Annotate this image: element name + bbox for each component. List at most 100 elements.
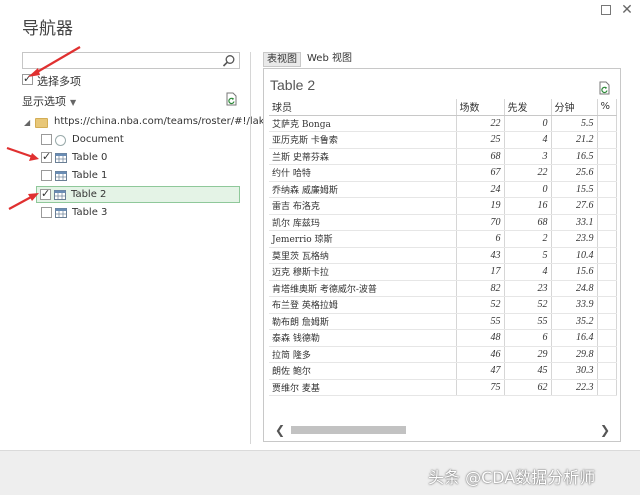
stat-cell: 23 (504, 280, 552, 297)
annotation-arrow-icon (6, 146, 39, 161)
table-icon (55, 171, 67, 181)
stat-cell: 17 (456, 263, 505, 281)
column-header[interactable]: 球员 (269, 99, 457, 116)
stat-cell: 24.8 (551, 280, 598, 297)
tree-item-document[interactable]: Document (38, 132, 240, 149)
scroll-right-icon[interactable]: ❯ (598, 423, 612, 437)
restore-button[interactable] (599, 3, 613, 17)
tree-item-table-0[interactable]: Table 0 (38, 150, 240, 167)
stat-cell: 68 (456, 148, 505, 165)
stat-cell: 15.5 (551, 181, 598, 198)
player-name-cell: 凯尔 库兹玛 (269, 214, 457, 231)
pane-divider[interactable] (250, 52, 251, 444)
tree-item-label: Table 2 (71, 189, 107, 200)
tree-item-checkbox[interactable] (41, 207, 52, 218)
horizontal-scrollbar[interactable]: ❮ ❯ (269, 423, 616, 437)
tab-web-view[interactable]: Web 视图 (304, 52, 355, 67)
stat-cell: 2 (504, 230, 552, 248)
table-row: 迈克 穆斯卡拉 17 4 15.6 (269, 263, 617, 281)
player-name-cell: 亚历克斯 卡鲁索 (269, 131, 457, 149)
empty-cell (597, 296, 617, 314)
empty-cell (597, 214, 617, 231)
preview-table: 球员 场数 先发 分钟 % 艾萨克 Bonga 22 0 5.5 亚历克斯 卡鲁索 25 4… (269, 99, 617, 396)
close-button[interactable]: ✕ (620, 3, 634, 17)
table-row: 莫里茨 瓦格纳 43 5 10.4 (269, 247, 617, 264)
stat-cell: 29 (504, 346, 552, 363)
preview-title: Table 2 (270, 77, 316, 93)
stat-cell: 22 (456, 115, 505, 132)
table-row: 贾维尔 麦基 75 62 22.3 (269, 379, 617, 396)
tree-item-label: Table 1 (72, 170, 108, 181)
stat-cell: 4 (504, 263, 552, 281)
document-icon (55, 135, 66, 146)
refresh-icon[interactable] (598, 81, 612, 95)
stat-cell: 33.9 (551, 296, 598, 314)
stat-cell: 16.5 (551, 148, 598, 165)
tree-item-table-3[interactable]: Table 3 (38, 205, 240, 222)
table-row: 约什 哈特 67 22 25.6 (269, 164, 617, 182)
tree-item-checkbox[interactable] (41, 134, 52, 145)
stat-cell: 19 (456, 197, 505, 215)
stat-cell: 75 (456, 379, 505, 396)
scroll-left-icon[interactable]: ❮ (273, 423, 287, 437)
stat-cell: 43 (456, 247, 505, 264)
player-name-cell: 布兰登 英格拉姆 (269, 296, 457, 314)
stat-cell: 22.3 (551, 379, 598, 396)
stat-cell: 70 (456, 214, 505, 231)
stat-cell: 3 (504, 148, 552, 165)
table-row: 泰森 钱德勒 48 6 16.4 (269, 329, 617, 347)
stat-cell: 48 (456, 329, 505, 347)
empty-cell (597, 181, 617, 198)
column-header[interactable]: 场数 (456, 99, 505, 116)
tree-item-checkbox[interactable] (41, 170, 52, 181)
stat-cell: 55 (504, 313, 552, 330)
player-name-cell: 雷吉 布洛克 (269, 197, 457, 215)
player-name-cell: Jemerrio 琼斯 (269, 230, 457, 248)
table-icon (55, 208, 67, 218)
column-header[interactable]: 分钟 (551, 99, 598, 116)
stat-cell: 5 (504, 247, 552, 264)
restore-icon (601, 5, 611, 15)
stat-cell: 15.6 (551, 263, 598, 281)
table-row: Jemerrio 琼斯 6 2 23.9 (269, 230, 617, 248)
stat-cell: 68 (504, 214, 552, 231)
empty-cell (597, 131, 617, 149)
table-row: 勒布朗 詹姆斯 55 55 35.2 (269, 313, 617, 330)
expand-triangle-icon[interactable]: ◢ (24, 118, 30, 127)
caret-down-icon: ▼ (70, 98, 77, 107)
display-options-dropdown[interactable]: 显示选项 ▼ (22, 93, 76, 109)
preview-panel: Table 2 球员 场数 先发 分钟 % 艾萨克 Bonga 22 0 5.5 亚历克… (263, 68, 621, 442)
player-name-cell: 勒布朗 詹姆斯 (269, 313, 457, 330)
display-options-label: 显示选项 (22, 95, 66, 108)
scrollbar-thumb[interactable] (291, 426, 406, 434)
tree-item-table-2[interactable]: Table 2 (36, 186, 240, 203)
annotation-arrow-icon (28, 46, 81, 77)
stat-cell: 27.6 (551, 197, 598, 215)
tree-item-table-1[interactable]: Table 1 (38, 168, 240, 185)
stat-cell: 24 (456, 181, 505, 198)
empty-cell (597, 379, 617, 396)
stat-cell: 4 (504, 131, 552, 149)
stat-cell: 16 (504, 197, 552, 215)
column-header[interactable]: 先发 (504, 99, 552, 116)
tab-table-view[interactable]: 表视图 (263, 52, 301, 67)
empty-cell (597, 247, 617, 264)
table-icon (54, 190, 66, 200)
refresh-icon[interactable] (225, 92, 239, 106)
stat-cell: 10.4 (551, 247, 598, 264)
search-icon[interactable] (222, 54, 236, 68)
folder-icon (35, 118, 48, 128)
stat-cell: 29.8 (551, 346, 598, 363)
stat-cell: 33.1 (551, 214, 598, 231)
column-header[interactable]: % (597, 99, 617, 116)
stat-cell: 62 (504, 379, 552, 396)
table-row: 兰斯 史蒂芬森 68 3 16.5 (269, 148, 617, 165)
stat-cell: 47 (456, 362, 505, 380)
tree-root-label: https://china.nba.com/teams/roster/#!/la… (54, 116, 298, 127)
table-header-row: 球员 场数 先发 分钟 % (269, 99, 617, 116)
tree-item-checkbox[interactable] (41, 150, 52, 163)
stat-cell: 0 (504, 115, 552, 132)
stat-cell: 6 (456, 230, 505, 248)
table-body: 艾萨克 Bonga 22 0 5.5 亚历克斯 卡鲁索 25 4 21.2 兰斯 史蒂芬森 68 3… (269, 115, 617, 396)
empty-cell (597, 313, 617, 330)
